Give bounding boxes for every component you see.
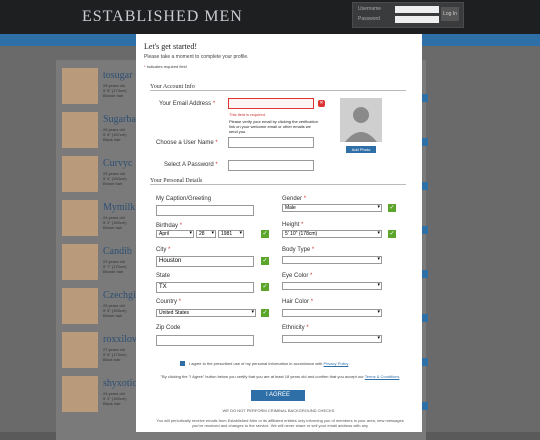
city-field[interactable]: Houston <box>156 256 254 267</box>
profile-details: 26 years old 5' 6" (167cm) Black hair <box>103 127 127 142</box>
height-select[interactable]: 5' 10" (178cm) <box>282 230 382 238</box>
height-valid-check-icon: ✓ <box>388 230 396 238</box>
profile-photo[interactable] <box>62 68 98 104</box>
agree-button[interactable]: I AGREE <box>251 390 305 401</box>
profile-name[interactable]: Sugarba <box>103 114 136 125</box>
profile-details: 24 years old 5' 3" (160cm) Black hair <box>103 391 127 406</box>
terms-link[interactable]: Terms & Conditions <box>365 374 400 379</box>
birthday-day-select[interactable]: 28 <box>196 230 216 238</box>
email-hint: Please verify your email by clicking the… <box>229 119 318 134</box>
email-field[interactable] <box>228 98 314 109</box>
zip-field[interactable] <box>156 335 254 346</box>
ethnicity-select[interactable] <box>282 335 382 343</box>
body-type-label: Body Type * <box>282 247 315 253</box>
eye-color-label: Eye Color * <box>282 273 313 279</box>
profile-details: 24 years old 5' 2" (160cm) Brown hair <box>103 215 127 230</box>
birthday-label: Birthday * <box>156 223 183 229</box>
profile-card[interactable]: Curvyc 25 years old 5' 4" (163cm) Brown hai… <box>60 154 144 192</box>
profile-name[interactable]: Curvyc <box>103 158 132 169</box>
account-section-heading: Your Account Info <box>150 84 406 91</box>
profile-photo[interactable] <box>62 156 98 192</box>
login-password-label: Password <box>358 16 380 22</box>
agree-checkbox[interactable] <box>180 361 185 366</box>
profile-card[interactable]: Sugarba 26 years old 5' 6" (167cm) Black ha… <box>60 110 144 148</box>
profile-name[interactable]: roxxilov <box>103 334 137 345</box>
username-field[interactable] <box>228 137 314 148</box>
login-username-input[interactable] <box>395 6 439 13</box>
state-valid-check-icon: ✓ <box>261 283 269 291</box>
profile-card[interactable]: Czechgi 25 years old 5' 5" (165cm) Brown ha… <box>60 286 144 324</box>
login-box: Username Password Log In <box>352 2 464 28</box>
gender-label: Gender * <box>282 196 307 202</box>
profile-details: 25 years old 5' 5" (165cm) Brown hair <box>103 303 127 318</box>
profile-name[interactable]: Candib <box>103 246 132 257</box>
modal-subtitle: Please take a moment to complete your pr… <box>144 54 249 60</box>
city-valid-check-icon: ✓ <box>261 257 269 265</box>
profile-photo[interactable] <box>62 288 98 324</box>
caption-field[interactable] <box>156 205 254 216</box>
avatar-placeholder <box>340 98 382 142</box>
email-disclaimer-text: You will periodically receive emails fro… <box>156 418 404 428</box>
hair-color-select[interactable] <box>282 309 382 317</box>
signup-modal: Let's get started! Please take a moment … <box>136 34 422 432</box>
personal-section-heading: Your Personal Details <box>150 178 406 185</box>
gender-valid-check-icon: ✓ <box>388 204 396 212</box>
birthday-valid-check-icon: ✓ <box>261 230 269 238</box>
eye-color-select[interactable] <box>282 282 382 290</box>
birthday-month-select[interactable]: April <box>156 230 194 238</box>
add-photo-button[interactable]: Add Photo <box>346 146 376 153</box>
gender-select[interactable]: Male <box>282 204 382 212</box>
profile-details: 27 years old 5' 8" (173cm) Black hair <box>103 347 127 362</box>
profile-name[interactable]: Mymilk <box>103 202 135 213</box>
email-error: This field is required. <box>229 112 266 117</box>
username-label: Choose a User Name * <box>156 140 218 146</box>
privacy-policy-link[interactable]: Privacy Policy <box>324 361 349 366</box>
login-button[interactable]: Log In <box>441 7 459 21</box>
profile-name[interactable]: tosugar <box>103 70 132 81</box>
top-bar: ESTABLISHED MEN Username Password Log In <box>0 0 540 34</box>
profile-photo[interactable] <box>62 200 98 236</box>
birthday-year-select[interactable]: 1981 <box>218 230 244 238</box>
password-label: Select A Password * <box>164 162 218 168</box>
profile-photo[interactable] <box>62 244 98 280</box>
city-label: City * <box>156 247 171 253</box>
no-background-check-text: WE DO NOT PERFORM CRIMINAL BACKGROUND CH… <box>222 408 336 413</box>
hair-color-label: Hair Color * <box>282 299 314 305</box>
profile-card[interactable]: roxxilov 27 years old 5' 8" (173cm) Black h… <box>60 330 144 368</box>
profile-name[interactable]: Czechgi <box>103 290 136 301</box>
password-field[interactable] <box>228 160 314 171</box>
country-label: Country * <box>156 299 182 305</box>
profile-name[interactable]: shyxotic <box>103 378 137 389</box>
profile-card[interactable]: tosugar 28 years old 5' 8" (173cm) Blonde h… <box>60 66 144 104</box>
body-type-select[interactable] <box>282 256 382 264</box>
user-silhouette-icon <box>340 98 382 142</box>
profile-details: 25 years old 5' 4" (163cm) Brown hair <box>103 171 127 186</box>
caption-label: My Caption/Greeting <box>156 196 212 202</box>
modal-title: Let's get started! <box>144 42 197 51</box>
error-icon: ✕ <box>318 100 325 107</box>
profile-photo[interactable] <box>62 332 98 368</box>
login-username-label: Username <box>358 6 382 12</box>
country-valid-check-icon: ✓ <box>261 309 269 317</box>
country-select[interactable]: United States <box>156 309 256 317</box>
zip-label: Zip Code <box>156 325 181 331</box>
privacy-agreement-text: I agree to the prescribed use of my pers… <box>189 361 349 366</box>
email-label: Your Email Address * <box>159 101 216 107</box>
profile-details: 28 years old 5' 8" (173cm) Blonde hair <box>103 83 127 98</box>
profile-details: 22 years old 5' 7" (170cm) Blonde hair <box>103 259 127 274</box>
ethnicity-label: Ethnicity * <box>282 325 309 331</box>
profile-card[interactable]: Mymilk 24 years old 5' 2" (160cm) Brown hai… <box>60 198 144 236</box>
profile-card[interactable]: shyxotic 24 years old 5' 3" (160cm) Black h… <box>60 374 144 412</box>
required-note: * indicates required field <box>144 64 187 69</box>
profile-photo[interactable] <box>62 112 98 148</box>
profile-photo[interactable] <box>62 376 98 412</box>
state-label: State <box>156 273 171 279</box>
height-label: Height * <box>282 222 304 228</box>
profile-card[interactable]: Candib 22 years old 5' 7" (170cm) Blonde ha… <box>60 242 144 280</box>
certify-text: "By clicking the "I Agree" button below … <box>160 374 400 379</box>
state-field[interactable]: TX <box>156 282 254 293</box>
site-logo[interactable]: ESTABLISHED MEN <box>82 8 243 26</box>
login-password-input[interactable] <box>395 16 439 23</box>
